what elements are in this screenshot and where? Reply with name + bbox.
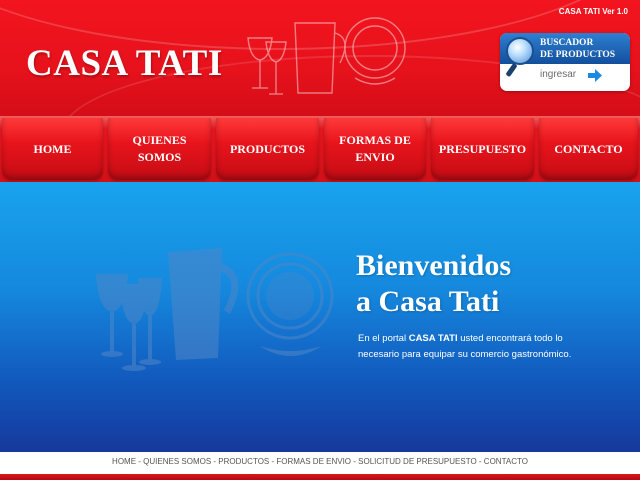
main-content: Bienvenidos a Casa Tati En el portal CAS…: [0, 182, 640, 452]
nav-formas-de-envio[interactable]: FORMAS DE ENVIO: [324, 118, 426, 180]
nav-contacto[interactable]: CONTACTO: [539, 118, 638, 180]
nav-productos[interactable]: PRODUCTOS: [216, 118, 319, 180]
nav-presupuesto-label: PRESUPUESTO: [438, 141, 527, 156]
glassware-illustration: [247, 17, 406, 95]
welcome-line1: Bienvenidos: [356, 249, 512, 282]
ingresar-link[interactable]: ingresar: [540, 69, 576, 80]
nav-contacto-label: CONTACTO: [554, 141, 623, 156]
arrow-right-icon[interactable]: [588, 69, 602, 82]
nav-home-label: HOME: [33, 141, 72, 156]
magnifier-handle: [505, 62, 518, 78]
welcome-line2: a Casa Tati: [356, 285, 500, 318]
intro-text-start: En el portal: [358, 333, 409, 344]
main-navigation: HOME QUIENES SOMOS PRODUCTOS FORMAS DE E…: [0, 116, 640, 182]
nav-home[interactable]: HOME: [2, 118, 103, 180]
footer-links[interactable]: HOME - QUIENES SOMOS - PRODUCTOS - FORMA…: [0, 457, 640, 466]
intro-paragraph: En el portal CASA TATI usted encontrará …: [358, 331, 578, 363]
version-label: CASA TATI Ver 1.0: [558, 7, 628, 16]
tableware-illustration: [96, 248, 334, 371]
nav-presupuesto[interactable]: PRESUPUESTO: [431, 118, 534, 180]
nav-quienes-somos-label: QUIENES SOMOS: [132, 133, 187, 164]
site-header: CASA TATI Ver 1.0 CASA TATI BUSCADOR DE …: [0, 0, 640, 122]
nav-quienes-somos[interactable]: QUIENES SOMOS: [108, 118, 211, 180]
search-title-line1: BUSCADOR: [540, 38, 594, 48]
site-footer: HOME - QUIENES SOMOS - PRODUCTOS - FORMA…: [0, 452, 640, 480]
footer-red-strip: [0, 474, 640, 480]
welcome-heading: Bienvenidos a Casa Tati: [356, 248, 511, 320]
search-title-line2: DE PRODUCTOS: [540, 50, 616, 60]
search-widget-title: BUSCADOR DE PRODUCTOS: [540, 37, 615, 61]
product-search-widget[interactable]: BUSCADOR DE PRODUCTOS ingresar: [500, 33, 630, 91]
nav-productos-label: PRODUCTOS: [229, 141, 306, 156]
site-logo[interactable]: CASA TATI: [26, 42, 223, 85]
intro-brand-name: CASA TATI: [408, 333, 458, 344]
magnifier-icon: [506, 37, 534, 65]
nav-formas-de-envio-label: FORMAS DE ENVIO: [339, 133, 411, 164]
